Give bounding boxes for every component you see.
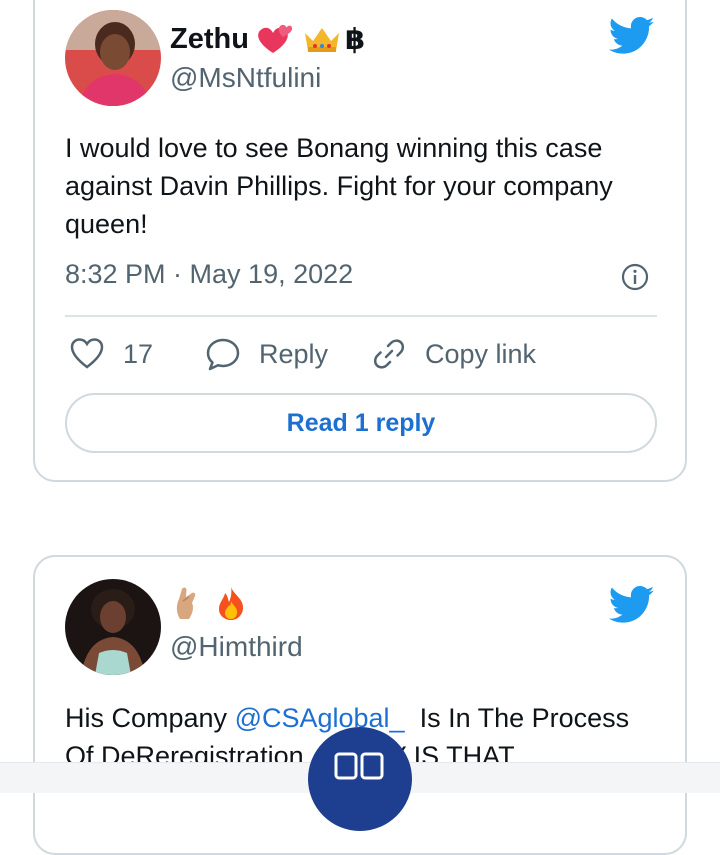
tweet-text-line: queen! bbox=[65, 209, 148, 239]
info-icon[interactable] bbox=[621, 263, 649, 291]
twitter-bird-icon[interactable] bbox=[609, 16, 655, 56]
handle[interactable]: @Himthird bbox=[170, 631, 303, 663]
pinched-fingers-icon bbox=[170, 585, 204, 621]
tweet-text-line: against Davin Phillips. Fight for your c… bbox=[65, 171, 613, 201]
mention-link[interactable]: @CSAglobal_ bbox=[235, 703, 405, 733]
tweet-text-suffix: Is In The Process bbox=[404, 703, 630, 733]
divider bbox=[65, 315, 657, 317]
crown-icon bbox=[303, 25, 341, 55]
tweet-text-prefix: His Company bbox=[65, 703, 235, 733]
tabs-icon bbox=[334, 752, 384, 780]
display-name-suffix: ฿ bbox=[344, 24, 366, 56]
copy-link-button[interactable]: Copy link bbox=[371, 334, 536, 374]
link-icon bbox=[373, 339, 405, 369]
like-button[interactable]: 17 bbox=[69, 334, 153, 374]
display-name[interactable]: Zethu ฿ bbox=[170, 22, 365, 57]
reply-label: Reply bbox=[259, 338, 329, 369]
handle[interactable]: @MsNtfulini bbox=[170, 62, 321, 94]
display-name[interactable] bbox=[170, 585, 248, 621]
avatar[interactable] bbox=[65, 579, 161, 675]
read-replies-button[interactable]: Read 1 reply bbox=[65, 393, 657, 453]
tweet-text: I would love to see Bonang winning this … bbox=[65, 129, 655, 243]
tweet-text-line: I would love to see Bonang winning this … bbox=[65, 133, 603, 163]
reply-icon bbox=[206, 338, 240, 371]
tabs-button[interactable] bbox=[308, 727, 412, 831]
display-name-text: Zethu bbox=[170, 23, 249, 55]
reply-button[interactable]: Reply bbox=[205, 334, 328, 374]
tweet-timestamp[interactable]: 8:32 PM · May 19, 2022 bbox=[65, 259, 353, 290]
avatar[interactable] bbox=[65, 10, 161, 106]
heart-icon bbox=[70, 338, 104, 369]
twitter-bird-icon[interactable] bbox=[609, 585, 655, 625]
copy-link-label: Copy link bbox=[425, 338, 537, 369]
fire-icon bbox=[214, 585, 248, 621]
tweet-card: Zethu ฿ @MsNtfulini I would love to see … bbox=[33, 0, 687, 482]
two-hearts-icon bbox=[253, 23, 293, 57]
like-count: 17 bbox=[123, 338, 154, 369]
